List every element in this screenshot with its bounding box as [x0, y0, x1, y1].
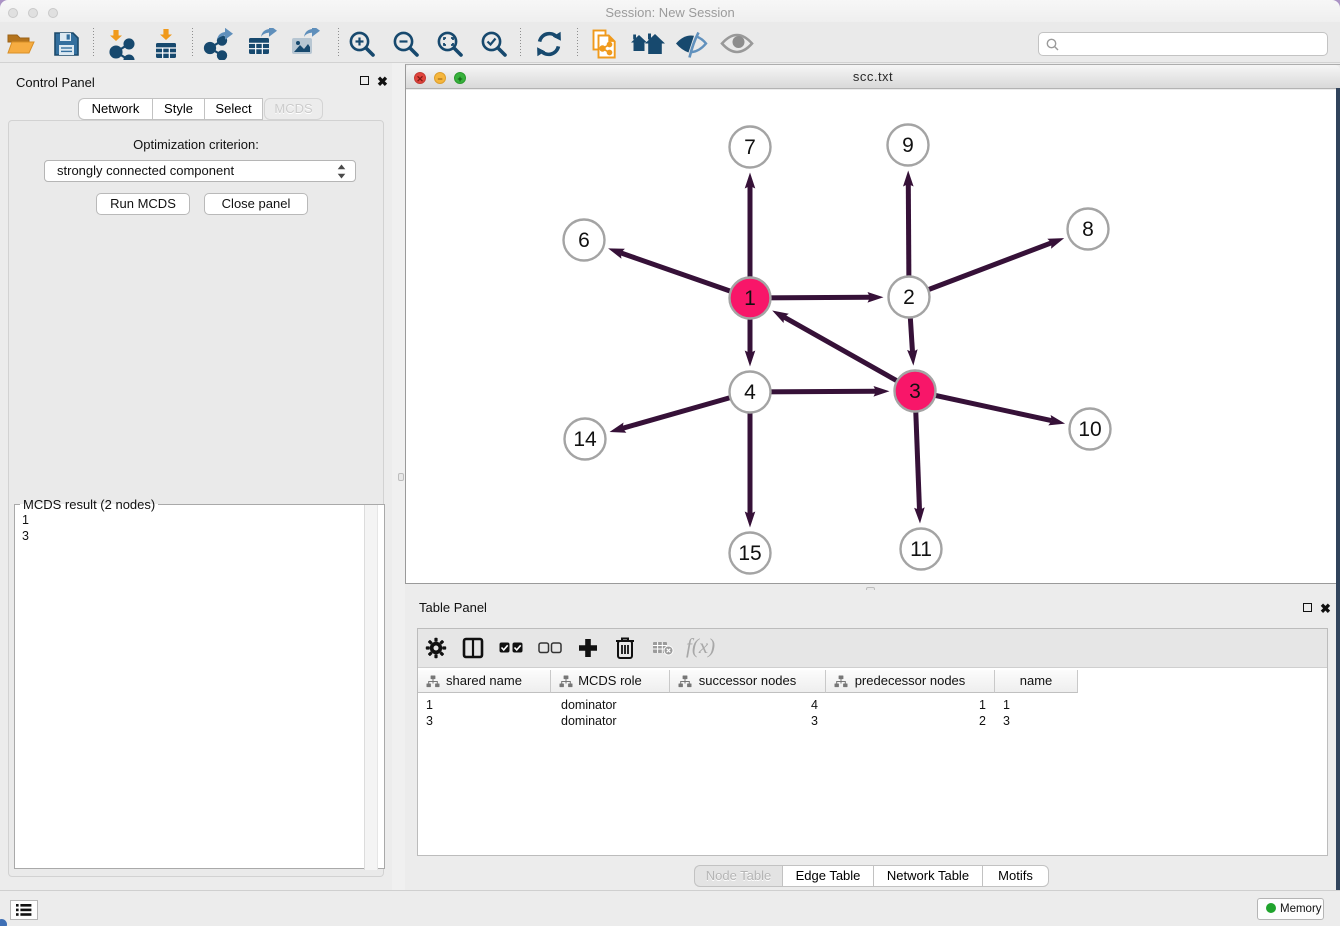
- svg-text:10: 10: [1078, 418, 1101, 441]
- svg-text:1: 1: [744, 287, 756, 310]
- svg-text:7: 7: [744, 136, 756, 159]
- svg-text:8: 8: [1082, 218, 1094, 241]
- svg-text:11: 11: [910, 538, 932, 561]
- svg-text:2: 2: [903, 286, 915, 309]
- svg-text:6: 6: [578, 229, 590, 252]
- svg-text:15: 15: [738, 542, 761, 565]
- svg-text:4: 4: [744, 381, 756, 404]
- svg-text:14: 14: [573, 428, 597, 451]
- svg-text:9: 9: [902, 134, 914, 157]
- svg-text:3: 3: [909, 380, 921, 403]
